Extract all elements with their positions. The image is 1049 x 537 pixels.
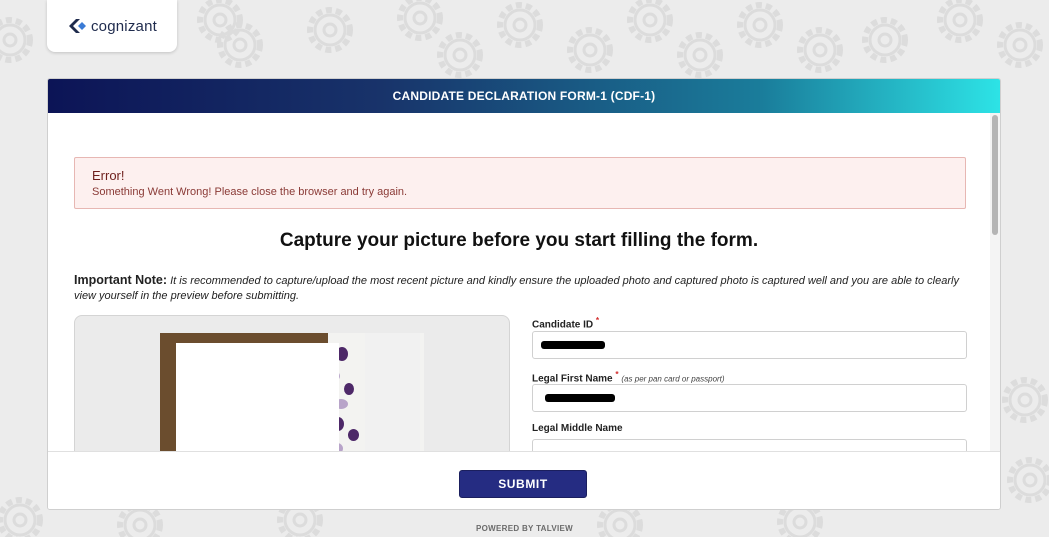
legal-middle-name-input[interactable]	[532, 439, 967, 451]
photo-capture-panel[interactable]	[74, 315, 510, 451]
error-title: Error!	[92, 168, 125, 183]
scrollbar-thumb[interactable]	[992, 115, 998, 235]
candidate-id-input[interactable]	[532, 331, 967, 359]
legal-first-name-input[interactable]	[532, 384, 967, 412]
form-scroll-area[interactable]: Error! Something Went Wrong! Please clos…	[48, 113, 1000, 451]
scrollbar[interactable]	[990, 113, 1000, 451]
cognizant-logo-icon	[68, 19, 86, 33]
error-message: Something Went Wrong! Please close the b…	[92, 186, 408, 198]
field-hint: (as per pan card or passport)	[621, 374, 725, 384]
capture-heading: Capture your picture before you start fi…	[279, 230, 759, 251]
brand-name: cognizant	[90, 17, 157, 35]
redacted-value	[545, 394, 615, 402]
error-alert: Error! Something Went Wrong! Please clos…	[74, 157, 966, 209]
declaration-form-card: CANDIDATE DECLARATION FORM-1 (CDF-1) Err…	[47, 78, 1001, 510]
preview-wall	[365, 333, 420, 451]
redacted-face	[176, 343, 339, 451]
form-title: CANDIDATE DECLARATION FORM-1 (CDF-1)	[48, 79, 1000, 113]
powered-by-text: POWERED BY TALVIEW	[476, 524, 573, 533]
note-text: It is recommended to capture/upload the …	[74, 275, 959, 302]
form-footer: SUBMIT	[48, 451, 1000, 509]
submit-button[interactable]: SUBMIT	[459, 470, 587, 498]
legal-first-name-label: Legal First Name * (as per pan card or p…	[532, 369, 725, 385]
required-marker: *	[615, 369, 619, 379]
legal-middle-name-label: Legal Middle Name	[532, 423, 623, 434]
important-note: Important Note: It is recommended to cap…	[74, 273, 969, 304]
candidate-id-label: Candidate ID *	[532, 315, 600, 331]
required-marker: *	[595, 315, 600, 325]
redacted-value	[541, 341, 605, 349]
camera-preview	[160, 333, 424, 451]
brand-logo-card: cognizant	[47, 0, 177, 52]
note-label: Important Note:	[74, 273, 168, 287]
